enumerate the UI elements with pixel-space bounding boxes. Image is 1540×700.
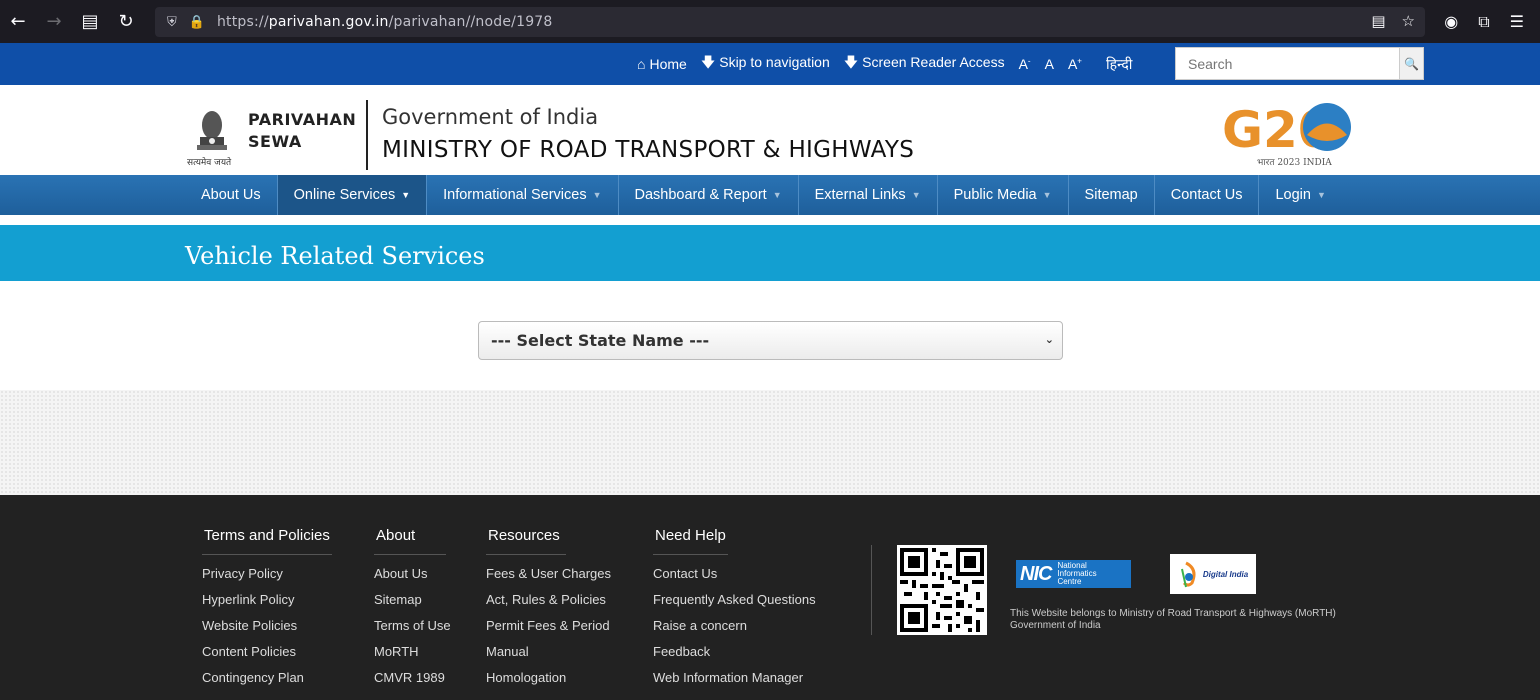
nic-logo[interactable]: NIC National Informatics Centre <box>1016 560 1131 588</box>
government-title: Government of India <box>382 105 599 129</box>
reader-icon[interactable]: ▤ <box>72 0 108 43</box>
nav-informational-services[interactable]: Informational Services ▼ <box>427 175 619 215</box>
footer-heading: Terms and Policies <box>202 527 332 555</box>
footer-link-fees[interactable]: Fees & User Charges <box>486 563 611 589</box>
caret-down-icon: ▼ <box>1042 190 1052 200</box>
footer-link-act-rules[interactable]: Act, Rules & Policies <box>486 589 611 615</box>
reload-icon[interactable]: ↻ <box>108 0 144 43</box>
footer-link-contingency-plan[interactable]: Contingency Plan <box>202 667 332 693</box>
shield-icon: ⛨ <box>167 14 177 30</box>
footer-link-website-policies[interactable]: Website Policies <box>202 615 332 641</box>
caret-down-icon: ▼ <box>401 190 411 200</box>
qr-code <box>897 545 987 635</box>
search-input[interactable] <box>1175 47 1399 80</box>
site-header: सत्यमेव जयते PARIVAHAN SEWA Government o… <box>0 85 1540 175</box>
nav-sitemap[interactable]: Sitemap <box>1069 175 1155 215</box>
caret-down-icon: ▼ <box>772 190 782 200</box>
footer-help-column: Need Help Contact Us Frequently Asked Qu… <box>653 525 816 693</box>
footer-link-morth[interactable]: MoRTH <box>374 641 451 667</box>
home-link[interactable]: ⌂ Home <box>637 56 687 72</box>
page-title: Vehicle Related Services <box>185 242 485 270</box>
digital-india-icon <box>1180 561 1196 588</box>
bookmark-star-icon[interactable]: ☆ <box>1402 12 1415 30</box>
hindi-language-link[interactable]: हिन्दी <box>1106 55 1132 74</box>
footer-link-manual[interactable]: Manual <box>486 641 611 667</box>
nav-online-services[interactable]: Online Services ▼ <box>277 175 428 215</box>
footer-link-content-policies[interactable]: Content Policies <box>202 641 332 667</box>
font-normal-button[interactable]: A <box>1045 56 1054 72</box>
nav-dashboard-report[interactable]: Dashboard & Report ▼ <box>619 175 799 215</box>
nav-contact-us[interactable]: Contact Us <box>1155 175 1260 215</box>
page-banner: Vehicle Related Services <box>0 225 1540 281</box>
address-bar[interactable]: ⛨ 🔒 https://parivahan.gov.in/parivahan//… <box>155 7 1425 37</box>
footer-terms-column: Terms and Policies Privacy Policy Hyperl… <box>202 525 332 693</box>
forward-icon[interactable]: → <box>36 0 72 43</box>
emblem-motto: सत्यमेव जयते <box>187 158 232 168</box>
footer-link-raise-concern[interactable]: Raise a concern <box>653 615 816 641</box>
main-navigation: About Us Online Services ▼ Informational … <box>0 175 1540 215</box>
caret-down-icon: ▼ <box>911 190 921 200</box>
footer-heading: About <box>374 527 446 555</box>
font-increase-button[interactable]: A+ <box>1068 56 1082 72</box>
footer-heading: Resources <box>486 527 566 555</box>
arrow-down-icon: 🡇 <box>843 54 859 70</box>
caret-down-icon: ▼ <box>592 190 602 200</box>
site-footer: Terms and Policies Privacy Policy Hyperl… <box>0 495 1540 700</box>
footer-link-homologation[interactable]: Homologation <box>486 667 611 693</box>
ministry-title: MINISTRY OF ROAD TRANSPORT & HIGHWAYS <box>382 137 915 163</box>
lock-icon: 🔒 <box>188 14 205 30</box>
footer-heading: Need Help <box>653 527 728 555</box>
extensions-puzzle-icon[interactable]: ⧉ <box>1478 12 1489 32</box>
g20-logo: G20 भारत 2023 INDIA <box>1222 97 1362 171</box>
header-divider <box>366 100 368 170</box>
search-icon[interactable]: 🔍 <box>1399 47 1424 80</box>
footer-divider <box>871 545 872 635</box>
footer-resources-column: Resources Fees & User Charges Act, Rules… <box>486 525 611 693</box>
content-background <box>0 390 1540 495</box>
font-decrease-button[interactable]: A- <box>1019 56 1031 72</box>
nav-about-us[interactable]: About Us <box>185 175 278 215</box>
nav-public-media[interactable]: Public Media ▼ <box>938 175 1069 215</box>
extension-icon[interactable]: ◉ <box>1444 12 1458 31</box>
search-box: 🔍 <box>1175 47 1424 80</box>
svg-text:भारत 2023 INDIA: भारत 2023 INDIA <box>1257 158 1332 168</box>
footer-link-web-info-manager[interactable]: Web Information Manager <box>653 667 816 693</box>
browser-toolbar: ← → ▤ ↻ ⛨ 🔒 https://parivahan.gov.in/par… <box>0 0 1540 43</box>
footer-link-feedback[interactable]: Feedback <box>653 641 816 667</box>
footer-link-cmvr[interactable]: CMVR 1989 <box>374 667 451 693</box>
footer-link-sitemap[interactable]: Sitemap <box>374 589 451 615</box>
home-icon: ⌂ <box>637 56 646 72</box>
digital-india-logo[interactable]: Digital India <box>1170 554 1256 594</box>
footer-about-column: About About Us Sitemap Terms of Use MoRT… <box>374 525 451 693</box>
url-text: https://parivahan.gov.in/parivahan//node… <box>216 14 553 30</box>
arrow-down-icon: 🡇 <box>700 54 716 70</box>
footer-link-privacy-policy[interactable]: Privacy Policy <box>202 563 332 589</box>
footer-ownership-note: This Website belongs to Ministry of Road… <box>1010 608 1336 631</box>
chevron-down-icon: ⌄ <box>1044 333 1054 346</box>
footer-link-permit-fees[interactable]: Permit Fees & Period <box>486 615 611 641</box>
footer-link-faq[interactable]: Frequently Asked Questions <box>653 589 816 615</box>
footer-link-hyperlink-policy[interactable]: Hyperlink Policy <box>202 589 332 615</box>
nav-external-links[interactable]: External Links ▼ <box>799 175 938 215</box>
brand-name[interactable]: PARIVAHAN SEWA <box>248 109 356 153</box>
screen-reader-link[interactable]: 🡇 Screen Reader Access <box>844 52 1005 76</box>
skip-to-navigation-link[interactable]: 🡇 Skip to navigation <box>701 52 830 76</box>
footer-link-contact-us[interactable]: Contact Us <box>653 563 816 589</box>
nav-login[interactable]: Login ▼ <box>1259 175 1341 215</box>
back-icon[interactable]: ← <box>0 0 36 43</box>
footer-link-about-us[interactable]: About Us <box>374 563 451 589</box>
menu-icon[interactable]: ☰ <box>1510 12 1524 31</box>
footer-link-terms-of-use[interactable]: Terms of Use <box>374 615 451 641</box>
reader-view-icon[interactable]: ▤ <box>1371 12 1385 30</box>
state-select[interactable]: --- Select State Name --- ⌄ <box>478 321 1063 360</box>
caret-down-icon: ▼ <box>1316 190 1326 200</box>
